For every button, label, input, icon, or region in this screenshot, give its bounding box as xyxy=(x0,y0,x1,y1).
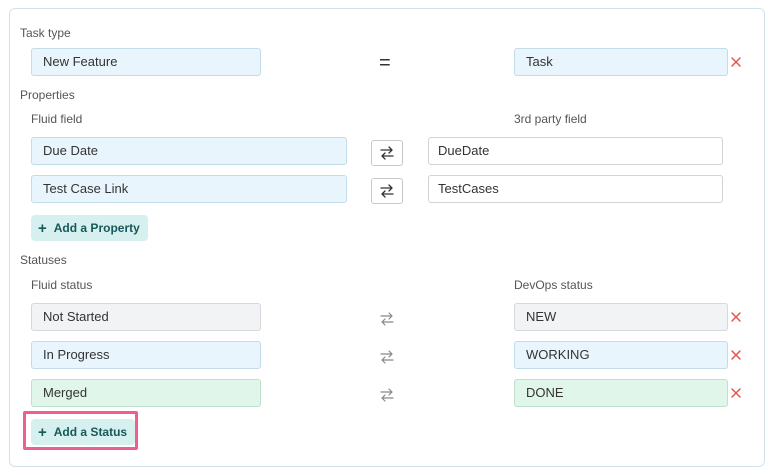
remove-task-type-icon[interactable] xyxy=(729,55,743,69)
remove-status-icon[interactable] xyxy=(729,348,743,362)
swap-arrows-icon xyxy=(377,310,397,328)
third-party-field-column-label: 3rd party field xyxy=(514,112,587,126)
swap-direction-button[interactable] xyxy=(371,178,403,204)
status-devops-field[interactable]: NEW xyxy=(514,303,728,331)
plus-icon: + xyxy=(38,219,47,237)
property-fluid-field[interactable]: Due Date xyxy=(31,137,347,165)
status-devops-field[interactable]: WORKING xyxy=(514,341,728,369)
equals-operator: = xyxy=(379,52,391,74)
swap-arrows-icon xyxy=(377,386,397,404)
swap-direction-button[interactable] xyxy=(371,140,403,166)
remove-status-icon[interactable] xyxy=(729,310,743,324)
add-property-label: Add a Property xyxy=(53,221,140,235)
add-status-highlight xyxy=(23,411,138,450)
statuses-label: Statuses xyxy=(20,253,67,267)
property-third-party-field[interactable]: DueDate xyxy=(428,137,723,165)
task-type-fluid-field[interactable]: New Feature xyxy=(31,48,261,76)
add-property-button[interactable]: + Add a Property xyxy=(31,215,148,241)
fluid-field-column-label: Fluid field xyxy=(31,112,83,126)
property-third-party-field[interactable]: TestCases xyxy=(428,175,723,203)
property-fluid-field[interactable]: Test Case Link xyxy=(31,175,347,203)
status-devops-field[interactable]: DONE xyxy=(514,379,728,407)
swap-arrows-icon xyxy=(380,146,394,160)
status-fluid-field[interactable]: Not Started xyxy=(31,303,261,331)
remove-status-icon[interactable] xyxy=(729,386,743,400)
swap-arrows-icon xyxy=(380,184,394,198)
swap-arrows-icon xyxy=(377,348,397,366)
task-type-label: Task type xyxy=(20,26,71,40)
devops-status-column-label: DevOps status xyxy=(514,278,593,292)
task-type-third-party-field[interactable]: Task xyxy=(514,48,728,76)
properties-label: Properties xyxy=(20,88,75,102)
status-fluid-field[interactable]: In Progress xyxy=(31,341,261,369)
fluid-status-column-label: Fluid status xyxy=(31,278,93,292)
status-fluid-field[interactable]: Merged xyxy=(31,379,261,407)
